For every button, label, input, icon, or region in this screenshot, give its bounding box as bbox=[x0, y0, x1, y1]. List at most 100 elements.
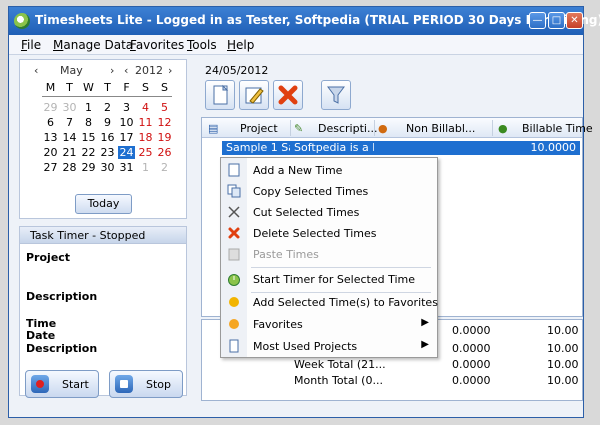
billable-icon: ● bbox=[498, 122, 508, 135]
window-title: Timesheets Lite - Logged in as Tester, S… bbox=[35, 13, 600, 27]
row-description: Softpedia is a l... bbox=[290, 141, 374, 155]
menu-item-paste-times[interactable]: Paste Times bbox=[221, 244, 437, 265]
menu-item-copy-times[interactable]: Copy Selected Times bbox=[221, 181, 437, 202]
total-non-billable: 0.0000 bbox=[452, 324, 491, 337]
weekday-label: S bbox=[142, 81, 149, 94]
edit-time-button[interactable] bbox=[239, 80, 269, 110]
calendar-day[interactable]: 15 bbox=[80, 131, 97, 144]
calendar-day[interactable]: 23 bbox=[99, 146, 116, 159]
menu-item-delete-times[interactable]: Delete Selected Times bbox=[221, 223, 437, 244]
minimize-button[interactable]: — bbox=[529, 12, 546, 29]
filter-button[interactable] bbox=[321, 80, 351, 110]
menu-file[interactable]: File bbox=[21, 38, 41, 52]
menu-help[interactable]: Help bbox=[227, 38, 254, 52]
menu-item-label: Add Selected Time(s) to Favorites bbox=[253, 296, 438, 309]
filter-icon bbox=[327, 86, 345, 104]
calendar-year[interactable]: 2012 bbox=[135, 64, 163, 77]
calendar-day[interactable]: 21 bbox=[61, 146, 78, 159]
calendar-day[interactable]: 16 bbox=[99, 131, 116, 144]
menu-item-add-to-favorites[interactable]: Add Selected Time(s) to Favorites bbox=[221, 292, 438, 313]
menu-item-most-used-projects[interactable]: Most Used Projects ▶ bbox=[221, 336, 437, 357]
calendar-day[interactable]: 31 bbox=[118, 161, 135, 174]
calendar-day[interactable]: 18 bbox=[137, 131, 154, 144]
weekday-label: F bbox=[123, 81, 130, 94]
calendar-day[interactable]: 13 bbox=[42, 131, 59, 144]
calendar-day[interactable]: 2 bbox=[99, 101, 116, 114]
calendar-day[interactable]: 29 bbox=[80, 161, 97, 174]
total-non-billable: 0.0000 bbox=[452, 342, 491, 355]
menu-item-favorites[interactable]: Favorites ▶ bbox=[221, 314, 437, 335]
row-non-billable bbox=[374, 141, 492, 155]
calendar-day[interactable]: 6 bbox=[42, 116, 59, 129]
weekday-label: M bbox=[45, 81, 56, 94]
paste-icon bbox=[228, 248, 240, 261]
record-icon bbox=[31, 375, 49, 393]
task-timer-panel: Task Timer - Stopped Project Description… bbox=[19, 226, 187, 398]
timer-description-label: Description bbox=[26, 290, 98, 303]
calendar-day[interactable]: 4 bbox=[137, 101, 154, 114]
stop-icon bbox=[115, 375, 133, 393]
calendar-day[interactable]: 11 bbox=[137, 116, 154, 129]
month-total-label: Month Total (0... bbox=[294, 374, 383, 387]
calendar-day[interactable]: 8 bbox=[80, 116, 97, 129]
calendar-day[interactable]: 20 bbox=[42, 146, 59, 159]
week-total-billable: 10.00 bbox=[547, 358, 579, 371]
prev-year-arrow-icon[interactable]: ‹ bbox=[124, 64, 128, 77]
maximize-button[interactable]: □ bbox=[548, 12, 565, 29]
calendar-day[interactable]: 28 bbox=[61, 161, 78, 174]
calendar-day[interactable]: 10 bbox=[118, 116, 135, 129]
menu-item-label: Copy Selected Times bbox=[253, 185, 369, 198]
menu-item-add-new-time[interactable]: Add a New Time bbox=[221, 160, 437, 181]
timer-description2-label: Description bbox=[26, 342, 98, 355]
calendar-day[interactable]: 3 bbox=[118, 101, 135, 114]
start-timer-button[interactable]: Start bbox=[25, 370, 99, 398]
calendar-day[interactable]: 1 bbox=[80, 101, 97, 114]
menu-item-label: Favorites bbox=[253, 318, 303, 331]
close-button[interactable]: ✕ bbox=[566, 12, 583, 29]
weekday-label: W bbox=[83, 81, 94, 94]
menu-favorites[interactable]: Favorites bbox=[130, 38, 184, 52]
menu-bar: File Manage Data Favorites Tools Help bbox=[9, 35, 583, 55]
column-project[interactable]: Project bbox=[240, 122, 278, 135]
calendar-day[interactable]: 24 bbox=[118, 146, 135, 159]
calendar-day[interactable]: 27 bbox=[42, 161, 59, 174]
calendar-day[interactable]: 5 bbox=[156, 101, 173, 114]
menu-tools[interactable]: Tools bbox=[187, 38, 217, 52]
delete-icon bbox=[228, 227, 240, 239]
calendar-day[interactable]: 25 bbox=[137, 146, 154, 159]
calendar-day[interactable]: 19 bbox=[156, 131, 173, 144]
column-billable-time[interactable]: Billable Time bbox=[522, 122, 593, 135]
column-non-billable[interactable]: Non Billabl... bbox=[406, 122, 475, 135]
table-row[interactable]: Sample 1 Sa... Softpedia is a l... 10.00… bbox=[202, 140, 582, 155]
calendar-day[interactable]: 30 bbox=[99, 161, 116, 174]
next-month-arrow-icon[interactable]: › bbox=[110, 64, 114, 77]
timer-project-label: Project bbox=[26, 251, 71, 264]
new-document-icon bbox=[228, 163, 240, 177]
context-menu: Add a New Time Copy Selected Times Cut S… bbox=[220, 157, 438, 358]
new-document-icon bbox=[213, 84, 229, 105]
delete-time-button[interactable] bbox=[273, 80, 303, 110]
calendar-day[interactable]: 9 bbox=[99, 116, 116, 129]
next-year-arrow-icon[interactable]: › bbox=[168, 64, 172, 77]
new-time-button[interactable] bbox=[205, 80, 235, 110]
prev-month-arrow-icon[interactable]: ‹ bbox=[34, 64, 38, 77]
menu-manage-data[interactable]: Manage Data bbox=[53, 38, 133, 52]
calendar-day[interactable]: 29 bbox=[42, 101, 59, 114]
column-description[interactable]: Descripti... bbox=[318, 122, 377, 135]
calendar-day[interactable]: 1 bbox=[137, 161, 154, 174]
stop-timer-button[interactable]: Stop bbox=[109, 370, 183, 398]
calendar-day[interactable]: 17 bbox=[118, 131, 135, 144]
calendar-day[interactable]: 12 bbox=[156, 116, 173, 129]
calendar-day[interactable]: 7 bbox=[61, 116, 78, 129]
calendar-month[interactable]: May bbox=[60, 64, 83, 77]
calendar-day[interactable]: 22 bbox=[80, 146, 97, 159]
today-button[interactable]: Today bbox=[75, 194, 132, 214]
menu-item-start-timer[interactable]: Start Timer for Selected Time bbox=[221, 269, 437, 290]
calendar-day[interactable]: 14 bbox=[61, 131, 78, 144]
menu-item-cut-times[interactable]: Cut Selected Times bbox=[221, 202, 437, 223]
calendar-day[interactable]: 26 bbox=[156, 146, 173, 159]
menu-item-label: Delete Selected Times bbox=[253, 227, 377, 240]
copy-icon bbox=[227, 184, 241, 198]
calendar-day[interactable]: 30 bbox=[61, 101, 78, 114]
calendar-day[interactable]: 2 bbox=[156, 161, 173, 174]
